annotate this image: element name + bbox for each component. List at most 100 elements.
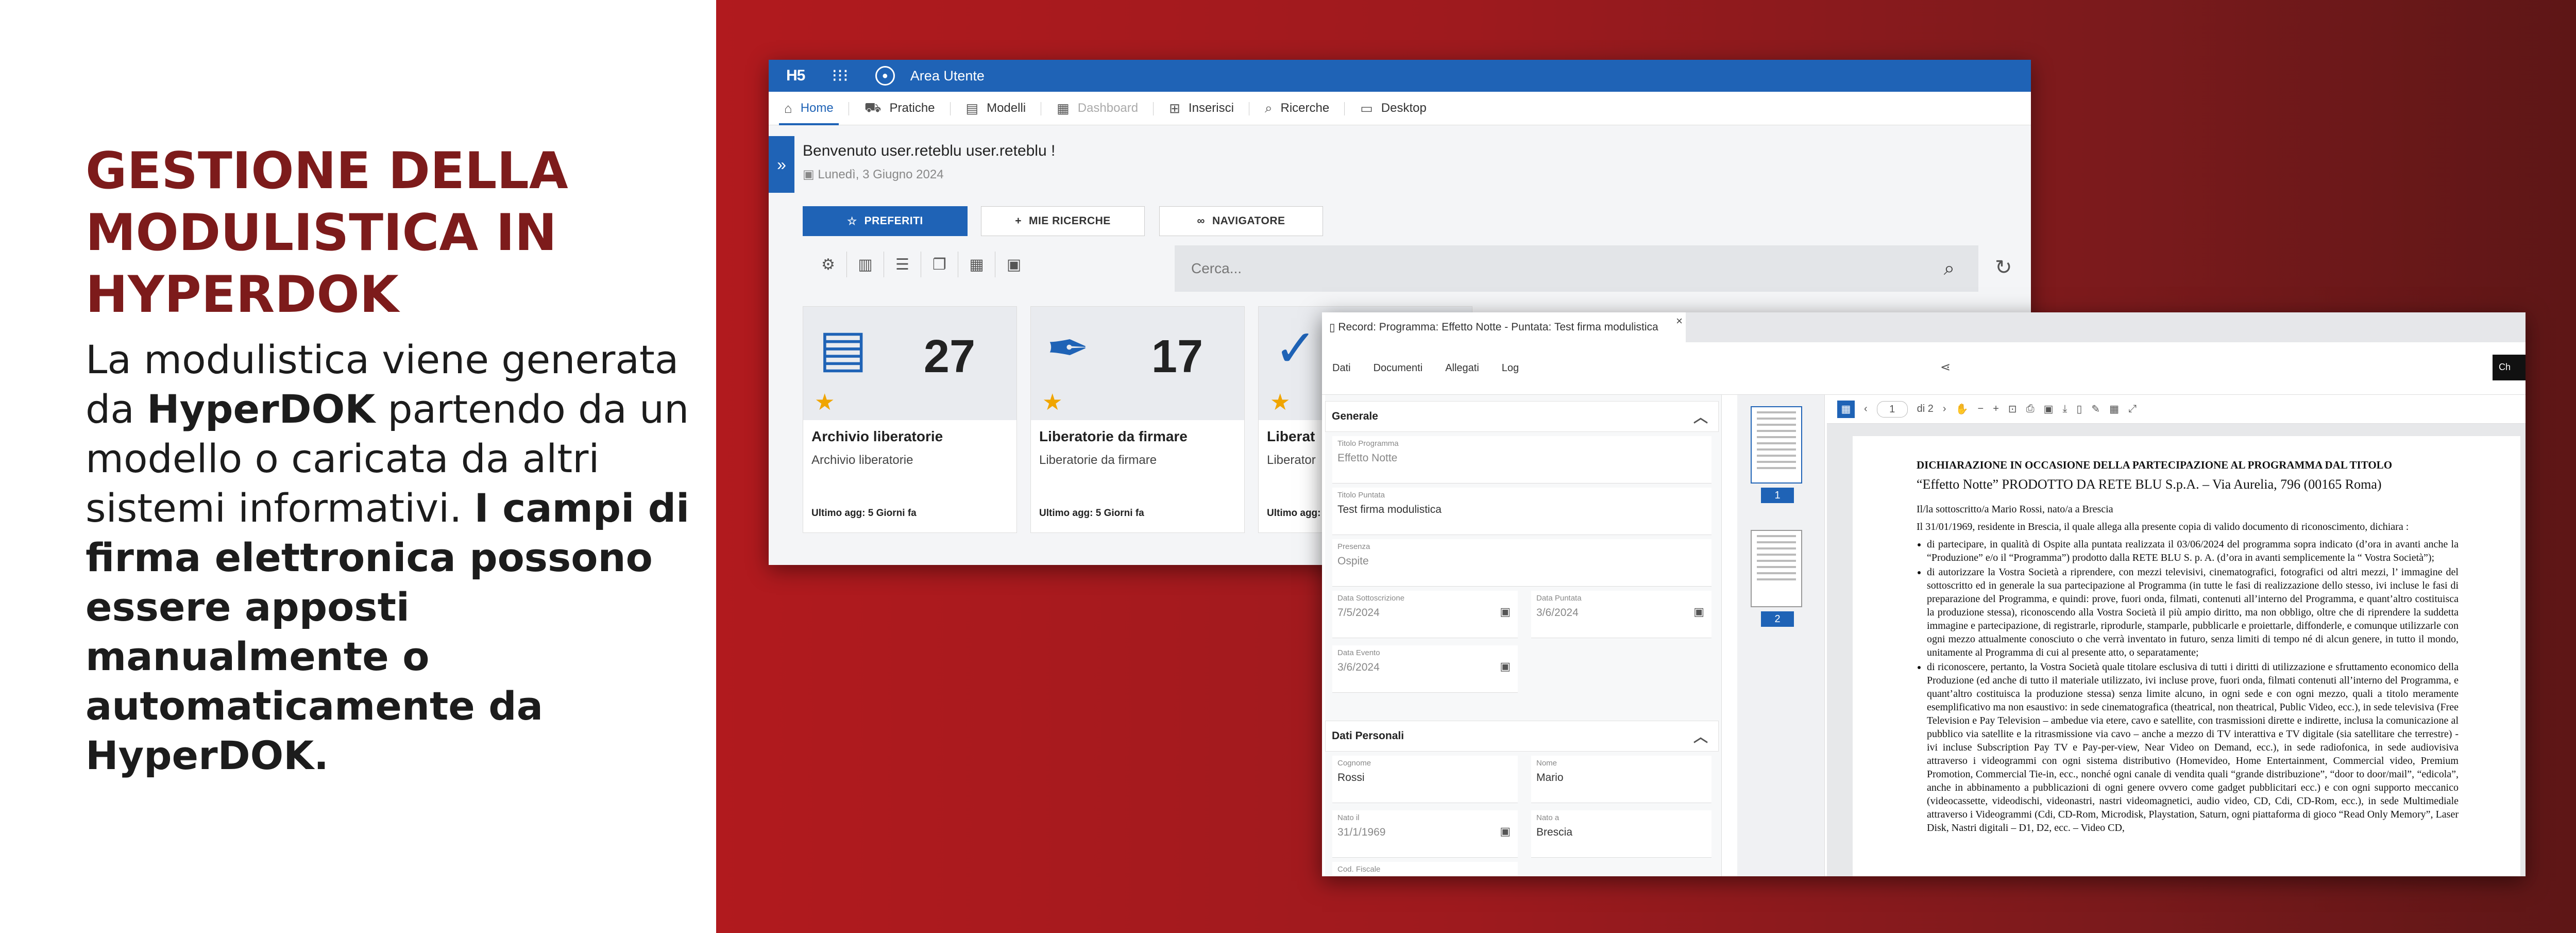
- print-icon[interactable]: ⎙: [2026, 403, 2035, 415]
- mie-ricerche-button[interactable]: + MIE RICERCHE: [981, 206, 1145, 236]
- annotate-icon[interactable]: ✎: [2091, 403, 2100, 415]
- save-icon[interactable]: ▣: [995, 252, 1032, 277]
- card-liberatorie-da-firmare[interactable]: ✒ 17 ★ Liberatorie da firmare Liberatori…: [1030, 306, 1245, 533]
- document-list: di partecipare, in qualità di Ospite all…: [1927, 538, 2459, 835]
- record-tabbar: ▯ Record: Programma: Effetto Notte - Pun…: [1322, 312, 2526, 342]
- card-count: 27: [923, 331, 975, 382]
- calendar-icon[interactable]: ▣: [1693, 605, 1704, 619]
- card-subtitle: Liberatorie da firmare: [1039, 453, 1157, 467]
- field-data-evento[interactable]: Data Evento 3/6/2024 ▣: [1332, 645, 1518, 693]
- calendar-icon[interactable]: ▣: [1500, 660, 1511, 673]
- search-input[interactable]: Cerca... ⌕: [1175, 245, 1978, 292]
- search-icon[interactable]: ⌕: [1944, 258, 1955, 280]
- tab-allegati[interactable]: Allegati: [1445, 362, 1479, 374]
- field-presenza[interactable]: Presenza Ospite: [1332, 539, 1711, 587]
- columns-icon[interactable]: ▥: [847, 252, 884, 277]
- grid-view-icon[interactable]: ▦: [1837, 400, 1855, 418]
- calendar-icon[interactable]: ▣: [1500, 605, 1511, 619]
- page: GESTIONE DELLA MODULISTICA IN HYPERDOK L…: [0, 0, 2576, 933]
- card-updated: Ultimo agg: 5 Giorni fa: [811, 508, 917, 519]
- close-icon[interactable]: ×: [1676, 314, 1683, 328]
- field-cod-fiscale[interactable]: Cod. Fiscale: [1332, 862, 1518, 876]
- menu-inserisci[interactable]: ⊞ Inserisci: [1154, 92, 1249, 125]
- menu-label: Inserisci: [1188, 101, 1234, 115]
- field-label: Data Puntata: [1536, 594, 1582, 603]
- menu-dashboard[interactable]: ▦ Dashboard: [1041, 92, 1154, 125]
- share-icon[interactable]: ⋖: [1940, 360, 1951, 375]
- navigatore-button[interactable]: ∞ NAVIGATORE: [1159, 206, 1323, 236]
- chevron-left-icon[interactable]: ‹: [1864, 403, 1868, 415]
- field-data-puntata[interactable]: Data Puntata 3/6/2024 ▣: [1531, 591, 1711, 638]
- field-nato-a[interactable]: Nato a Brescia: [1531, 810, 1711, 858]
- field-titolo-programma[interactable]: Titolo Programma Effetto Notte: [1332, 436, 1711, 484]
- area-utente-link[interactable]: Area Utente: [910, 68, 985, 84]
- page-number-input[interactable]: 1: [1876, 401, 1908, 418]
- field-nome[interactable]: Nome Mario: [1531, 756, 1711, 803]
- car-icon: ⛟: [864, 99, 882, 115]
- welcome-message: Benvenuto user.reteblu user.reteblu !: [803, 142, 1056, 159]
- expand-sidebar-button[interactable]: »: [769, 136, 794, 193]
- field-nato-il[interactable]: Nato il 31/1/1969 ▣: [1332, 810, 1518, 858]
- signature-pen-icon: ✒: [1046, 320, 1090, 377]
- menu-ricerche[interactable]: ⌕ Ricerche: [1249, 92, 1345, 125]
- menu-modelli[interactable]: ▤ Modelli: [951, 92, 1042, 125]
- card-header: ✒ 17 ★: [1031, 307, 1244, 420]
- menu-desktop[interactable]: ▭ Desktop: [1345, 92, 1442, 125]
- section-generale[interactable]: Generale ︿: [1325, 401, 1719, 432]
- star-icon[interactable]: ★: [1042, 389, 1062, 415]
- user-icon[interactable]: ●: [875, 66, 895, 86]
- sliders-icon[interactable]: ☰: [884, 252, 921, 277]
- tab-dati[interactable]: Dati: [1332, 362, 1351, 374]
- apps-grid-icon[interactable]: ⁝⁝⁝: [832, 65, 848, 86]
- star-icon[interactable]: ★: [815, 389, 835, 415]
- download-icon[interactable]: ⤓: [2063, 403, 2067, 415]
- settings-icon[interactable]: ⚙: [810, 252, 847, 277]
- plus-box-icon: ⊞: [1169, 100, 1180, 116]
- chevron-up-icon[interactable]: ︿: [1693, 406, 1708, 427]
- thumbnail-page-1[interactable]: [1751, 406, 1802, 484]
- refresh-icon[interactable]: ↻: [1995, 256, 2012, 279]
- app-logo[interactable]: H5: [786, 67, 805, 85]
- thumbnail-page-2[interactable]: [1751, 530, 1802, 607]
- fit-icon[interactable]: ⊡: [2008, 403, 2017, 415]
- dashboard-toolbar: ⚙ ▥ ☰ ❐ ▦ ▣: [810, 252, 1032, 277]
- menu-label: Pratiche: [889, 101, 935, 115]
- table-icon[interactable]: ▦: [958, 252, 995, 277]
- document-page: DICHIARAZIONE IN OCCASIONE DELLA PARTECI…: [1853, 436, 2520, 876]
- field-label: Titolo Puntata: [1337, 491, 1385, 499]
- card-archivio-liberatorie[interactable]: ▤ 27 ★ Archivio liberatorie Archivio lib…: [803, 306, 1017, 533]
- field-value: 31/1/1969: [1337, 826, 1386, 838]
- chevron-up-icon[interactable]: ︿: [1693, 726, 1708, 746]
- menu-label: Ricerche: [1280, 101, 1330, 115]
- preferiti-button[interactable]: ☆ PREFERITI: [803, 206, 968, 236]
- zoom-in-icon[interactable]: +: [1993, 403, 1999, 415]
- record-tab[interactable]: ▯ Record: Programma: Effetto Notte - Pun…: [1322, 312, 1686, 342]
- field-cognome[interactable]: Cognome Rossi: [1332, 756, 1518, 803]
- tab-documenti[interactable]: Documenti: [1374, 362, 1423, 374]
- menu-pratiche[interactable]: ⛟ Pratiche: [849, 92, 951, 125]
- copy-icon[interactable]: ❐: [921, 252, 958, 277]
- fullscreen-icon[interactable]: ⤢: [2128, 403, 2137, 415]
- hand-icon[interactable]: ✋: [1956, 403, 1969, 415]
- tab-log[interactable]: Log: [1502, 362, 1519, 374]
- file-icon[interactable]: ▯: [2076, 403, 2082, 415]
- layout-icon[interactable]: ▦: [2109, 403, 2119, 415]
- chevron-right-icon[interactable]: ›: [1943, 403, 1946, 415]
- field-value: 3/6/2024: [1337, 661, 1380, 673]
- field-value: Rossi: [1337, 772, 1365, 784]
- button-label: NAVIGATORE: [1212, 215, 1285, 227]
- zoom-out-icon[interactable]: −: [1978, 403, 1984, 415]
- action-button[interactable]: Ch: [2493, 355, 2526, 380]
- field-value: Effetto Notte: [1337, 452, 1398, 464]
- star-icon[interactable]: ★: [1270, 389, 1290, 415]
- section-dati-personali[interactable]: Dati Personali ︿: [1325, 721, 1719, 752]
- menu-home[interactable]: ⌂ Home: [769, 92, 849, 125]
- field-label: Presenza: [1337, 542, 1370, 551]
- save-icon[interactable]: ▣: [2044, 403, 2054, 415]
- field-data-sottoscrizione[interactable]: Data Sottoscrizione 7/5/2024 ▣: [1332, 591, 1518, 638]
- calendar-icon[interactable]: ▣: [1500, 825, 1511, 838]
- document-bullet: di autorizzare la Vostra Società a ripre…: [1927, 565, 2459, 659]
- star-outline-icon: ☆: [847, 215, 857, 227]
- field-titolo-puntata[interactable]: Titolo Puntata Test firma modulistica: [1332, 488, 1711, 535]
- field-label: Nato a: [1536, 813, 1560, 822]
